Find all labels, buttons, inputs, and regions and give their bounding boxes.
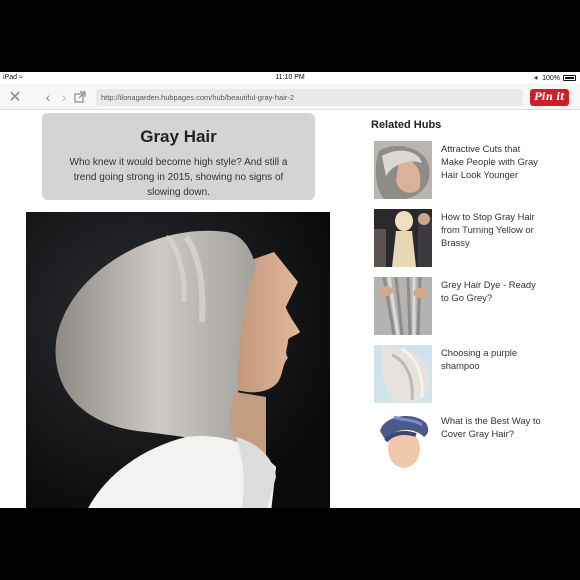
hero-image — [26, 212, 330, 508]
page-title: Gray Hair — [140, 127, 217, 146]
article-subtitle: Who knew it would become high style? And… — [69, 157, 288, 198]
related-hub-link[interactable]: How to Stop Gray Hair from Turning Yello… — [441, 210, 545, 249]
related-hub-link[interactable]: Choosing a purple shampoo — [441, 346, 545, 372]
related-hub-item[interactable]: Attractive Cuts that Make People with Gr… — [374, 141, 574, 201]
url-bar[interactable]: http://ilonagarden.hubpages.com/hub/beau… — [96, 89, 523, 106]
back-arrow-icon[interactable]: ‹ — [42, 88, 54, 106]
related-hub-thumbnail[interactable] — [374, 413, 432, 471]
status-bar: iPad ≈ 11:10 PM ∗ 100% — [0, 72, 580, 84]
related-hub-thumbnail[interactable] — [374, 141, 432, 199]
related-hub-thumbnail[interactable] — [374, 345, 432, 403]
pin-it-button[interactable]: Pin it — [530, 89, 569, 106]
battery-area: ∗ 100% — [533, 74, 576, 82]
close-icon[interactable]: ✕ — [6, 88, 24, 106]
related-hub-item[interactable]: How to Stop Gray Hair from Turning Yello… — [374, 209, 574, 269]
open-external-icon[interactable] — [73, 88, 87, 106]
related-hub-link[interactable]: Grey Hair Dye - Ready to Go Grey? — [441, 278, 545, 304]
related-hub-thumbnail[interactable] — [374, 277, 432, 335]
clock: 11:10 PM — [275, 74, 305, 81]
related-hub-link[interactable]: Attractive Cuts that Make People with Gr… — [441, 142, 545, 181]
related-hub-item[interactable]: What is the Best Way to Cover Gray Hair? — [374, 413, 574, 473]
related-hub-item[interactable]: Grey Hair Dye - Ready to Go Grey? — [374, 277, 574, 337]
forward-arrow-icon[interactable]: › — [58, 88, 70, 106]
battery-percent: 100% — [542, 74, 560, 82]
related-hub-link[interactable]: What is the Best Way to Cover Gray Hair? — [441, 414, 545, 440]
related-hub-item[interactable]: Choosing a purple shampoo — [374, 345, 574, 405]
page-content: Gray Hair Who knew it would become high … — [0, 110, 580, 508]
related-hubs-heading: Related Hubs — [371, 119, 442, 131]
battery-icon — [563, 75, 576, 81]
bluetooth-icon: ∗ — [533, 75, 540, 82]
article-header: Gray Hair Who knew it would become high … — [42, 113, 315, 200]
browser-window: iPad ≈ 11:10 PM ∗ 100% ✕ ‹ › http://ilon… — [0, 72, 580, 508]
related-hub-thumbnail[interactable] — [374, 209, 432, 267]
browser-toolbar: ✕ ‹ › http://ilonagarden.hubpages.com/hu… — [0, 84, 580, 110]
